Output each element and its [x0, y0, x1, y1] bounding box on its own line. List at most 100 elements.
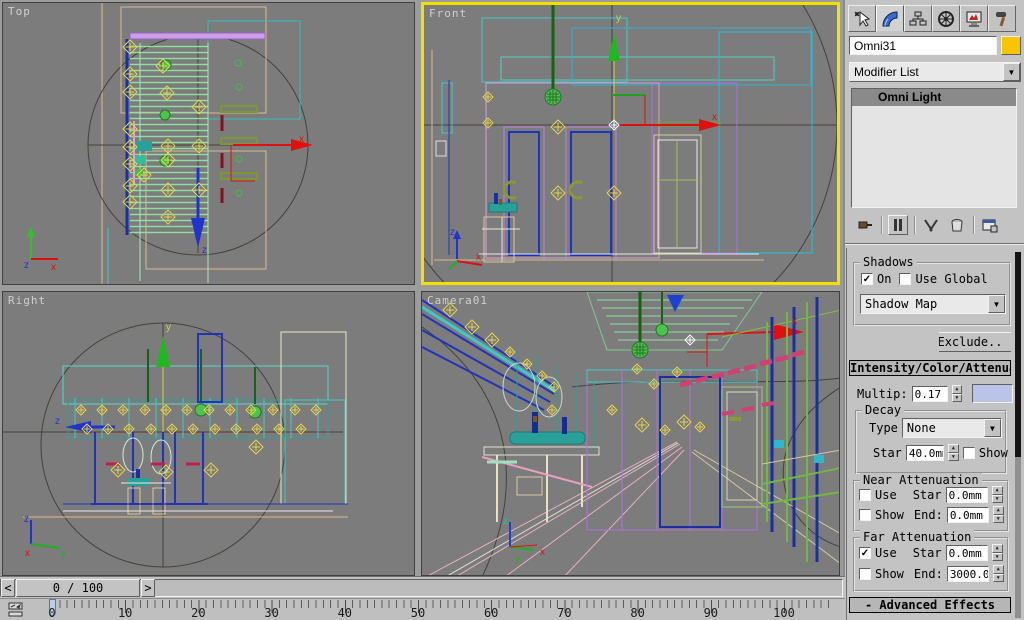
decay-show-checkbox[interactable]	[963, 447, 975, 459]
near-start-spinner[interactable]: ▲ ▼	[992, 486, 1003, 503]
near-show-row: Show End: 0.0mm ▲ ▼	[859, 506, 1004, 523]
object-color-swatch[interactable]	[1001, 36, 1021, 55]
modifier-stack-selected-row[interactable]: Omni Light	[852, 89, 1016, 106]
far-use-row: ✓ Use Star 0.0mm ▲ ▼	[859, 544, 1003, 561]
spin-up-icon[interactable]: ▲	[992, 544, 1003, 553]
panel-scrollbar[interactable]	[1015, 252, 1021, 618]
panel-divider	[845, 243, 1024, 245]
panel-scrollbar-thumb[interactable]	[1015, 252, 1021, 457]
near-end-spinner[interactable]: ▲ ▼	[993, 506, 1004, 523]
make-unique-icon[interactable]	[921, 215, 941, 235]
viewport-front[interactable]: Front	[421, 2, 840, 285]
exclude-button[interactable]: Exclude..	[939, 332, 1011, 352]
mini-curve-editor-button[interactable]	[8, 602, 26, 620]
viewport-camera-label[interactable]: Camera01	[427, 294, 488, 307]
multiplier-field[interactable]: 0.17	[912, 386, 948, 402]
track-bar[interactable]: 0102030405060708090100	[0, 598, 845, 620]
shadow-type-value: Shadow Map	[861, 295, 988, 313]
previous-frame-button[interactable]: <	[1, 579, 15, 597]
decay-group-title: Decay	[862, 403, 904, 417]
tab-display[interactable]	[960, 5, 988, 32]
spin-down-icon[interactable]: ▼	[993, 574, 1004, 583]
near-use-row: Use Star 0.0mm ▲ ▼	[859, 486, 1003, 503]
far-start-label: Star	[913, 546, 942, 560]
modifier-list-dropdown[interactable]: Modifier List ▼	[849, 62, 1021, 82]
decay-type-dropdown[interactable]: None ▼	[902, 418, 1002, 438]
viewport-top-canvas[interactable]: z x x z	[3, 3, 415, 285]
spin-up-icon[interactable]: ▲	[948, 444, 959, 453]
use-global-checkbox[interactable]	[899, 273, 911, 285]
pin-stack-icon[interactable]	[855, 215, 875, 235]
viewport-top[interactable]: Top	[2, 2, 415, 285]
shadow-type-dropdown[interactable]: Shadow Map ▼	[860, 294, 1006, 314]
tab-utilities[interactable]	[988, 5, 1016, 32]
far-end-field[interactable]: 3000.0mm	[947, 566, 989, 582]
tab-motion[interactable]	[932, 5, 960, 32]
curve-editor-icon	[8, 602, 26, 618]
tab-hierarchy[interactable]	[904, 5, 932, 32]
frame-number: 30	[264, 606, 278, 620]
chevron-down-icon[interactable]: ▼	[1003, 63, 1020, 81]
modify-quarterpipe-icon	[881, 10, 899, 28]
frame-number: 90	[704, 606, 718, 620]
right-scene	[3, 323, 348, 567]
viewport-right-canvas[interactable]: z x y y z	[3, 292, 415, 576]
viewport-camera-canvas[interactable]: z y x x	[422, 292, 840, 576]
far-use-checkbox[interactable]: ✓	[859, 547, 871, 559]
viewport-right[interactable]: Right	[2, 291, 415, 576]
far-end-spinner[interactable]: ▲ ▼	[993, 565, 1004, 582]
viewport-front-canvas[interactable]: z x y x	[424, 5, 837, 282]
far-show-checkbox[interactable]	[859, 568, 871, 580]
object-name-input[interactable]: Omni31	[849, 36, 997, 55]
spin-down-icon[interactable]: ▼	[952, 394, 962, 403]
near-use-checkbox[interactable]	[859, 489, 871, 501]
viewport-top-label[interactable]: Top	[8, 5, 31, 18]
configure-modifier-sets-icon[interactable]	[980, 215, 1000, 235]
spin-up-icon[interactable]: ▲	[952, 385, 962, 394]
front-scene	[424, 5, 837, 282]
viewport-front-label[interactable]: Front	[429, 7, 467, 20]
time-slider-button[interactable]: 0 / 100	[16, 579, 140, 597]
motion-wheel-icon	[937, 10, 955, 28]
far-start-spinner[interactable]: ▲ ▼	[992, 544, 1003, 561]
decay-type-value: None	[903, 419, 984, 437]
front-axis-tripod: z x	[449, 227, 482, 269]
spin-down-icon[interactable]: ▼	[993, 515, 1004, 524]
modifier-list-label: Modifier List	[850, 63, 1003, 81]
chevron-down-icon[interactable]: ▼	[988, 295, 1005, 313]
viewport-right-label[interactable]: Right	[8, 294, 46, 307]
light-color-swatch[interactable]	[972, 384, 1013, 403]
next-frame-button[interactable]: >	[141, 579, 155, 597]
decay-start-field[interactable]: 40.0mm	[906, 445, 944, 461]
near-end-field[interactable]: 0.0mm	[947, 507, 989, 523]
modifier-stack[interactable]: Omni Light	[851, 88, 1017, 208]
spin-down-icon[interactable]: ▼	[992, 553, 1003, 562]
far-start-field[interactable]: 0.0mm	[946, 545, 988, 561]
frame-number: 20	[191, 606, 205, 620]
spin-down-icon[interactable]: ▼	[992, 495, 1003, 504]
spin-up-icon[interactable]: ▲	[993, 565, 1004, 574]
light-parameters: Shadows ✓ On Use Global Shadow Map ▼ Exc…	[846, 248, 1016, 620]
shadows-on-checkbox[interactable]: ✓	[861, 273, 873, 285]
near-start-field[interactable]: 0.0mm	[946, 487, 988, 503]
chevron-down-icon[interactable]: ▼	[984, 419, 1001, 437]
spin-up-icon[interactable]: ▲	[992, 486, 1003, 495]
tab-create[interactable]	[848, 5, 876, 32]
remove-modifier-icon[interactable]	[947, 215, 967, 235]
show-end-result-icon[interactable]	[888, 215, 908, 235]
intensity-rollout-header[interactable]: Intensity/Color/Attenuation	[849, 360, 1011, 376]
use-global-label: Use Global	[915, 272, 987, 286]
decay-start-spinner[interactable]: ▲ ▼	[948, 444, 959, 461]
toolbar-separator	[881, 216, 882, 234]
advanced-effects-rollout-header[interactable]: - Advanced Effects	[849, 597, 1011, 613]
multiplier-spinner[interactable]: ▲ ▼	[952, 385, 962, 402]
axis-label-y: y	[166, 322, 171, 333]
spin-down-icon[interactable]: ▼	[948, 453, 959, 462]
near-show-checkbox[interactable]	[859, 509, 871, 521]
far-end-label: End:	[914, 567, 943, 581]
viewport-camera[interactable]: Camera01	[421, 291, 840, 576]
top-axis-tripod: z x	[24, 227, 58, 273]
command-panel-tabs	[848, 5, 1016, 32]
tab-modify[interactable]	[876, 5, 904, 32]
spin-up-icon[interactable]: ▲	[993, 506, 1004, 515]
